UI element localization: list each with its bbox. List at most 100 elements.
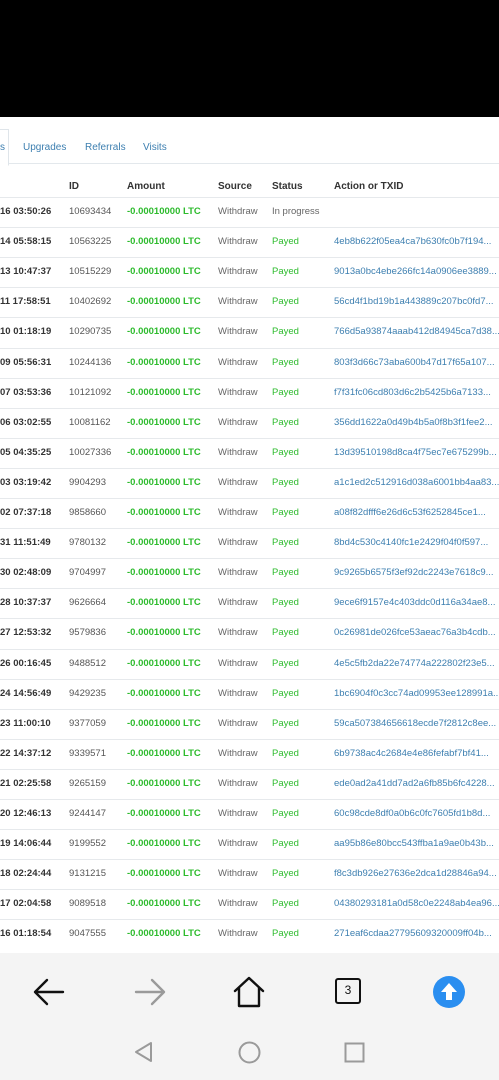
home-icon[interactable] — [232, 975, 266, 1009]
row-source: Withdraw — [218, 657, 258, 669]
row-id: 10244136 — [69, 356, 112, 368]
header-txid: Action or TXID — [334, 181, 404, 192]
row-status: Payed — [272, 808, 299, 819]
row-date: 16 03:50:26 — [0, 206, 52, 217]
table-row: 02 07:37:18 9858660 -0.00010000 LTC Withdra… — [0, 498, 499, 529]
row-status: Payed — [272, 266, 299, 278]
row-status: Payed — [272, 386, 299, 398]
tab-count: 3 — [344, 983, 352, 997]
row-amount: -0.00010000 LTC — [127, 868, 201, 880]
tab-partial-label[interactable]: s — [0, 142, 5, 153]
row-amount: -0.00010000 LTC — [127, 808, 201, 819]
row-txid[interactable]: 9013a0bc4ebe266fc14a0906ee3889... — [334, 266, 497, 277]
row-txid[interactable]: ede0ad2a41dd7ad2a6fb85b6fc4228... — [334, 778, 495, 789]
tabs-icon[interactable]: 3 — [335, 978, 361, 1004]
row-date: 14 05:58:15 — [0, 236, 52, 248]
header-amount: Amount — [127, 181, 165, 192]
row-date: 26 00:16:45 — [0, 657, 52, 669]
row-source: Withdraw — [218, 446, 258, 458]
row-date: 18 02:24:44 — [0, 868, 52, 880]
row-date: 09 05:56:31 — [0, 356, 52, 368]
table-row: 13 10:47:37 10515229 -0.00010000 LTC Withdr… — [0, 257, 499, 288]
row-status: Payed — [272, 416, 299, 428]
tab-referrals[interactable]: Referrals — [85, 142, 126, 153]
recents-square-icon[interactable] — [344, 1042, 365, 1063]
row-amount: -0.00010000 LTC — [127, 446, 201, 458]
browser-navbar: 3 — [0, 953, 499, 1080]
row-id: 10563225 — [69, 236, 112, 248]
tab-visits[interactable]: Visits — [143, 142, 167, 153]
row-date: 20 12:46:13 — [0, 808, 52, 819]
row-txid[interactable]: 9ece6f9157e4c403ddc0d116a34ae8... — [334, 597, 495, 608]
row-id: 10402692 — [69, 296, 112, 308]
row-txid[interactable]: 356dd1622a0d49b4b5a0f8b3f1fee2... — [334, 417, 493, 428]
row-amount: -0.00010000 LTC — [127, 717, 201, 729]
row-txid[interactable]: 13d39510198d8ca4f75ec7e675299b... — [334, 447, 497, 458]
home-circle-icon[interactable] — [238, 1041, 261, 1064]
row-source: Withdraw — [218, 687, 258, 699]
row-id: 10290735 — [69, 326, 112, 338]
row-txid[interactable]: 803f3d66c73aba600b47d17f65a107... — [334, 357, 495, 368]
table-row: 21 02:25:58 9265159 -0.00010000 LTC Withdra… — [0, 768, 499, 800]
table-row: 30 02:48:09 9704997 -0.00010000 LTC Withdra… — [0, 558, 499, 589]
back-arrow-icon[interactable] — [33, 977, 65, 1007]
row-status: Payed — [272, 326, 299, 338]
row-id: 9488512 — [69, 657, 106, 669]
row-date: 28 10:37:37 — [0, 597, 52, 609]
upload-icon[interactable] — [433, 976, 465, 1008]
row-source: Withdraw — [218, 838, 258, 850]
table-row: 05 04:35:25 10027336 -0.00010000 LTC Withdr… — [0, 437, 499, 469]
table-row: 11 17:58:51 10402692 -0.00010000 LTC Withdr… — [0, 287, 499, 318]
row-txid[interactable]: aa95b86e80bcc543ffba1a9ae0b43b... — [334, 838, 494, 849]
row-txid[interactable]: f7f31fc06cd803d6c2b5425b6a7133... — [334, 387, 491, 398]
row-txid[interactable]: 4e5c5fb2da22e74774a222802f23e5... — [334, 658, 495, 669]
row-id: 10515229 — [69, 266, 112, 278]
row-date: 16 01:18:54 — [0, 928, 52, 940]
row-status: Payed — [272, 537, 299, 549]
row-status: In progress — [272, 206, 320, 217]
table-row: 07 03:53:36 10121092 -0.00010000 LTC Withdr… — [0, 377, 499, 409]
row-date: 05 04:35:25 — [0, 446, 52, 458]
table-row: 26 00:16:45 9488512 -0.00010000 LTC Withdra… — [0, 648, 499, 680]
row-txid[interactable]: 59ca507384656618ecde7f2812c8ee... — [334, 718, 496, 729]
row-txid[interactable]: 6b9738ac4c2684e4e86fefabf7bf41... — [334, 748, 489, 759]
row-txid[interactable]: f8c3db926e27636e2dca1d28846a94... — [334, 868, 497, 879]
row-status: Payed — [272, 507, 299, 518]
row-txid[interactable]: 8bd4c530c4140fc1e2429f04f0f597... — [334, 537, 488, 548]
row-amount: -0.00010000 LTC — [127, 747, 201, 759]
back-triangle-icon[interactable] — [133, 1041, 153, 1063]
row-txid[interactable]: 1bc6904f0c3cc74ad09953ee128991a... — [334, 688, 499, 699]
row-txid[interactable]: 56cd4f1bd19b1a443889c207bc0fd7... — [334, 296, 494, 307]
forward-arrow-icon[interactable] — [134, 977, 166, 1007]
row-txid[interactable]: 04380293181a0d58c0e2248ab4ea96... — [334, 898, 499, 909]
row-amount: -0.00010000 LTC — [127, 386, 201, 398]
row-id: 9199552 — [69, 838, 106, 850]
row-txid[interactable]: 60c98cde8df0a0b6c0fc7605fd1b8d... — [334, 808, 490, 819]
row-txid[interactable]: a08f82dfff6e26d6c53f6252845ce1... — [334, 507, 486, 518]
tab-upgrades[interactable]: Upgrades — [23, 142, 66, 153]
row-id: 9047555 — [69, 928, 106, 940]
row-id: 9089518 — [69, 898, 106, 910]
row-status: Payed — [272, 296, 299, 308]
row-status: Payed — [272, 476, 299, 488]
row-amount: -0.00010000 LTC — [127, 627, 201, 639]
row-amount: -0.00010000 LTC — [127, 266, 201, 278]
row-source: Withdraw — [218, 266, 258, 278]
row-txid[interactable]: 766d5a93874aaab412d84945ca7d38... — [334, 326, 499, 337]
row-id: 9704997 — [69, 567, 106, 579]
row-txid[interactable]: 0c26981de026fce53aeac76a3b4cdb... — [334, 627, 496, 638]
table-row: 16 03:50:26 10693434 -0.00010000 LTC Withdr… — [0, 197, 499, 228]
row-amount: -0.00010000 LTC — [127, 326, 201, 338]
row-txid[interactable]: a1c1ed2c512916d038a6001bb4aa83... — [334, 477, 499, 488]
row-txid[interactable]: 271eaf6cdaa27795609320009ff04b... — [334, 928, 492, 939]
row-txid[interactable]: 9c9265b6575f3ef92dc2243e7618c9... — [334, 567, 494, 578]
row-source: Withdraw — [218, 597, 258, 609]
row-id: 9339571 — [69, 747, 106, 759]
row-status: Payed — [272, 567, 299, 579]
row-date: 11 17:58:51 — [0, 296, 51, 308]
table-row: 09 05:56:31 10244136 -0.00010000 LTC Withdr… — [0, 347, 499, 379]
row-amount: -0.00010000 LTC — [127, 928, 201, 940]
row-source: Withdraw — [218, 747, 258, 759]
row-status: Payed — [272, 356, 299, 368]
row-txid[interactable]: 4eb8b622f05ea4ca7b630fc0b7f194... — [334, 236, 491, 247]
